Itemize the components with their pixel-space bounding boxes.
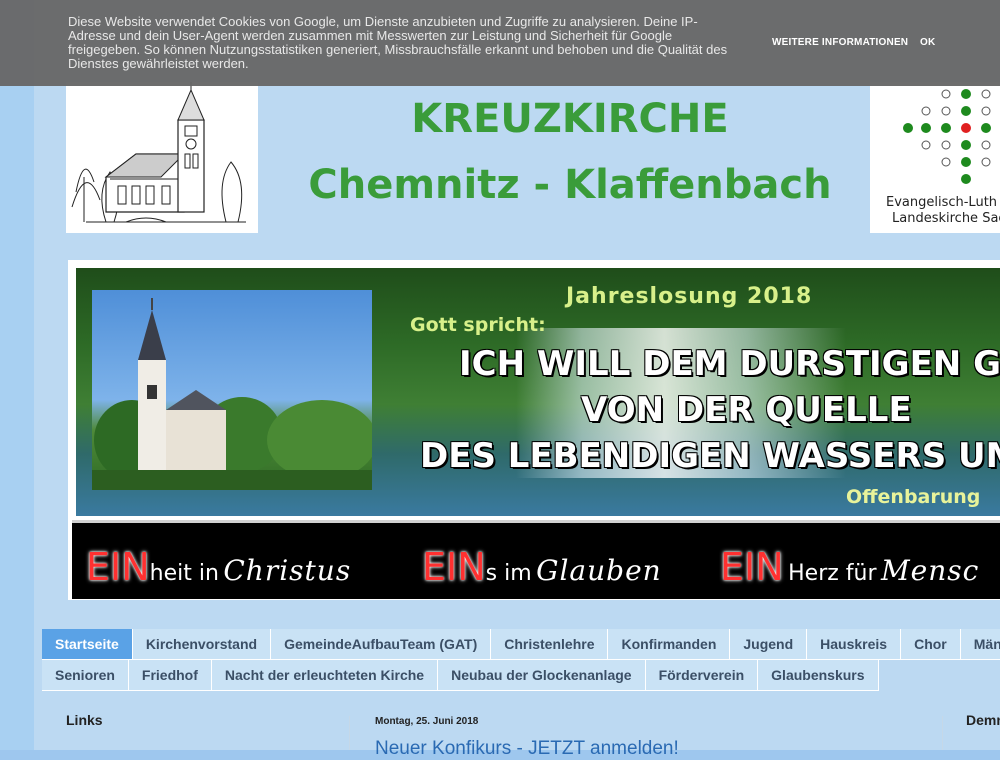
ein-slogan-3-script: Mensc (880, 554, 980, 587)
church-tower-photo-icon (92, 298, 377, 490)
ein-slogan-3-ein: EIN (720, 545, 784, 589)
verse-reference: Offenbarung (846, 486, 981, 508)
gott-spricht-text: Gott spricht: (410, 314, 546, 336)
logo-text-line1: Evangelisch-Luth (886, 195, 998, 210)
tab-friedhof[interactable]: Friedhof (128, 660, 212, 691)
links-heading: Links (66, 712, 103, 728)
tab-glaubenskurs[interactable]: Glaubenskurs (758, 660, 879, 691)
ein-slogan-3: EIN Herz für Mensc (720, 545, 979, 589)
tab-senioren[interactable]: Senioren (42, 660, 129, 691)
church-drawing-image[interactable] (66, 82, 258, 233)
banner-main-image: Jahreslosung 2018 Gott spricht: ICH WILL… (76, 268, 1000, 516)
ein-slogan-2: EINs im Glauben (422, 545, 662, 589)
tab-kirchenvorstand[interactable]: Kirchenvorstand (132, 629, 272, 660)
post-date: Montag, 25. Juni 2018 (375, 716, 479, 727)
church-drawing-icon (71, 82, 246, 223)
cookie-consent-bar: Diese Website verwendet Cookies von Goog… (0, 0, 1000, 86)
cross-dots-logo-icon (903, 89, 991, 184)
verse-line-2: VON DER QUELLE (581, 390, 912, 430)
landeskirche-logo[interactable]: Evangelisch-Luth Landeskirche Sac (870, 82, 1000, 233)
more-info-button[interactable]: WEITERE INFORMATIONEN (772, 37, 908, 48)
tab-maenner[interactable]: Männer (960, 629, 1000, 660)
post-title-link[interactable]: Neuer Konfikurs - JETZT anmelden! (375, 738, 679, 760)
tab-chor[interactable]: Chor (901, 629, 961, 660)
blog-title-area: KREUZKIRCHE Chemnitz - Klaffenbach (280, 82, 860, 232)
logo-text-line2: Landeskirche Sac (892, 211, 1000, 226)
ein-slogan-1: EINheit in Christus (86, 545, 351, 589)
tab-neubau-der-glockenanlage[interactable]: Neubau der Glockenanlage (438, 660, 646, 691)
tab-christenlehre[interactable]: Christenlehre (491, 629, 609, 660)
tab-startseite[interactable]: Startseite (42, 629, 133, 660)
verse-line-3: DES LEBENDIGEN WASSERS UMSON (420, 436, 1000, 476)
nav-tabs-row-2: Senioren Friedhof Nacht der erleuchteten… (42, 660, 879, 691)
church-photo (92, 290, 377, 490)
jahreslosung-title: Jahreslosung 2018 (566, 284, 813, 309)
blog-title[interactable]: KREUZKIRCHE (280, 96, 860, 142)
tab-hauskreis[interactable]: Hauskreis (807, 629, 902, 660)
ein-slogan-1-script: Christus (223, 554, 352, 587)
nav-tabs-row-1: Startseite Kirchenvorstand GemeindeAufba… (42, 629, 1000, 660)
ein-slogan-2-script: Glauben (536, 554, 662, 587)
tab-foerderverein[interactable]: Förderverein (645, 660, 759, 691)
tab-nacht-der-erleuchteten-kirche[interactable]: Nacht der erleuchteten Kirche (211, 660, 439, 691)
tab-gemeindeaufbauteam[interactable]: GemeindeAufbauTeam (GAT) (271, 629, 492, 660)
page-left-margin (0, 0, 34, 750)
cookie-ok-button[interactable]: OK (920, 37, 935, 48)
tab-jugend[interactable]: Jugend (730, 629, 808, 660)
ein-slogan-2-ein: EIN (422, 545, 486, 589)
ein-slogan-1-text: heit in (149, 561, 219, 586)
ein-slogan-3-text: Herz für (788, 561, 877, 586)
cookie-notice-text: Diese Website verwendet Cookies von Goog… (68, 14, 728, 71)
tab-konfirmanden[interactable]: Konfirmanden (608, 629, 731, 660)
jahreslosung-banner[interactable]: Jahreslosung 2018 Gott spricht: ICH WILL… (68, 260, 1000, 600)
ein-slogan-2-text: s im (485, 561, 532, 586)
verse-line-1: ICH WILL DEM DURSTIGEN GEBEN (459, 344, 1000, 384)
blog-subtitle: Chemnitz - Klaffenbach (308, 162, 832, 208)
column-divider-left (349, 716, 350, 750)
ein-slogan-bar: EINheit in Christus EINs im Glauben EIN … (72, 520, 1000, 599)
right-sidebar-heading: Demn (966, 712, 1000, 728)
column-divider-right (942, 716, 943, 750)
ein-slogan-1-ein: EIN (86, 545, 150, 589)
